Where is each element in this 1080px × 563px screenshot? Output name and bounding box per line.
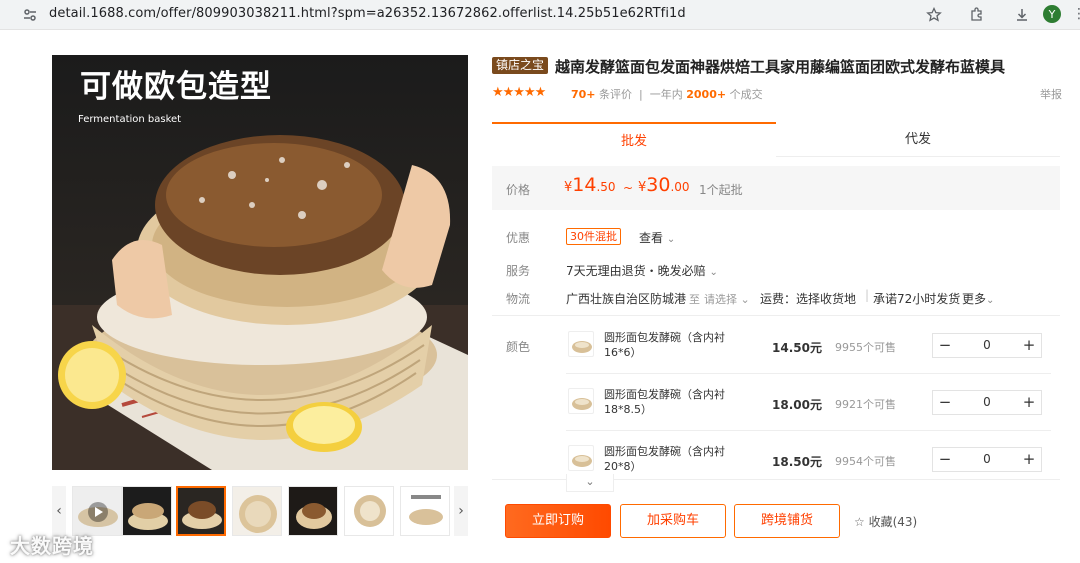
decrease-button[interactable]: − [933, 334, 957, 357]
sku-price: 14.50元 [772, 341, 822, 355]
min-order: 1个起批 [699, 183, 743, 197]
review-count[interactable]: 70+ [571, 88, 596, 101]
thumbnail-strip: ‹ › [52, 486, 468, 536]
service-text[interactable]: 7天无理由退货・晚发必赔 ⌄ [566, 262, 718, 279]
sku-thumbnail[interactable] [568, 388, 594, 414]
address-bar[interactable]: detail.1688.com/offer/809903038211.html?… [49, 6, 686, 21]
add-to-cart-button[interactable]: 加采购车 [620, 504, 726, 538]
divider [566, 430, 1051, 431]
quantity-input[interactable]: 0 [957, 334, 1017, 357]
site-settings-icon[interactable] [22, 7, 38, 23]
cross-border-listing-button[interactable]: 跨境铺货 [734, 504, 840, 538]
price-high: ¥30.00 [638, 174, 690, 196]
profile-avatar[interactable]: Y [1043, 5, 1061, 23]
ship-promise: 承诺72小时发货 [873, 292, 961, 306]
service-label: 服务 [506, 264, 531, 278]
thumbnail-video[interactable] [72, 486, 122, 536]
year-label: 一年内 [649, 88, 683, 101]
decrease-button[interactable]: − [933, 391, 957, 414]
ship-to-select[interactable]: 请选择 ⌄ [704, 291, 750, 307]
rating-summary: 70+ 条评价 | 一年内 2000+ 个成交 [571, 88, 763, 101]
thumbnail[interactable] [288, 486, 338, 536]
sku-stock: 9921个可售 [835, 398, 896, 411]
ship-from: 广西壮族自治区防城港 [566, 292, 687, 306]
store-badge: 镇店之宝 [492, 57, 549, 74]
thumbnail[interactable] [400, 486, 450, 536]
product-title: 越南发酵篮面包发面神器烘焙工具家用藤编篮面团欧式发酵布蓝模具 [555, 58, 1006, 76]
freight-text[interactable]: 运费：选择收货地 [760, 290, 856, 307]
tab-dropship[interactable]: 代发 [776, 122, 1060, 157]
chevron-down-icon: ⌄ [709, 267, 718, 278]
price-low: ¥14.50 [564, 174, 616, 196]
thumb-next-button[interactable]: › [454, 486, 468, 536]
sku-price: 18.50元 [772, 455, 822, 469]
sold-count: 2000+ [686, 88, 727, 101]
download-icon[interactable] [1012, 5, 1032, 25]
discount-view-link[interactable]: 查看 ⌄ [639, 229, 675, 246]
extensions-icon[interactable] [967, 5, 987, 25]
discount-label: 优惠 [506, 231, 531, 245]
increase-button[interactable]: + [1017, 391, 1041, 414]
star-icon: ☆ [854, 515, 865, 529]
sku-thumbnail[interactable] [568, 445, 594, 471]
sku-name: 圆形面包发酵碗（含内衬20*8） [604, 445, 725, 473]
expand-sku-button[interactable]: ⌄ [566, 474, 614, 492]
chevron-down-icon: ⌄ [666, 234, 676, 245]
discount-tag: 30件混批 [566, 228, 621, 245]
decrease-button[interactable]: − [933, 448, 957, 471]
main-product-image[interactable]: 可做欧包造型 Fermentation basket [52, 55, 468, 470]
sku-thumbnail[interactable] [568, 331, 594, 357]
quantity-stepper: − 0 + [932, 390, 1042, 415]
image-subtitle: Fermentation basket [78, 114, 182, 125]
image-title: 可做欧包造型 [80, 69, 272, 105]
watermark-logo: 大数跨境 [10, 534, 94, 558]
divider [566, 373, 1051, 374]
logistics-label: 物流 [506, 292, 531, 306]
logistics-divider: | [865, 288, 870, 302]
quantity-input[interactable]: 0 [957, 391, 1017, 414]
thumbnail[interactable] [344, 486, 394, 536]
rating-stars: ★★★★★ [492, 85, 546, 100]
divider [492, 315, 1060, 316]
logistics-more[interactable]: 更多⌄ [962, 290, 994, 307]
purchase-tabs: 批发 代发 [492, 122, 1060, 157]
browser-toolbar: detail.1688.com/offer/809903038211.html?… [0, 0, 1080, 30]
sku-name: 圆形面包发酵碗（含内衬18*8.5） [604, 388, 725, 416]
quantity-input[interactable]: 0 [957, 448, 1017, 471]
favorite-button[interactable]: ☆ 收藏(43) [854, 513, 917, 530]
favorite-label: 收藏(43) [868, 515, 918, 529]
quantity-stepper: − 0 + [932, 447, 1042, 472]
menu-icon[interactable]: ⋮ [1072, 6, 1080, 22]
sku-price: 18.00元 [772, 398, 822, 412]
increase-button[interactable]: + [1017, 334, 1041, 357]
report-link[interactable]: 举报 [1040, 86, 1062, 102]
tab-wholesale[interactable]: 批发 [492, 122, 776, 157]
sku-stock: 9954个可售 [835, 455, 896, 468]
price-label: 价格 [506, 183, 531, 197]
thumbnail-active[interactable] [176, 486, 226, 536]
sku-stock: 9955个可售 [835, 341, 896, 354]
chevron-down-icon: ⌄ [986, 295, 995, 306]
thumb-prev-button[interactable]: ‹ [52, 486, 66, 536]
chevron-down-icon: ⌄ [585, 475, 595, 488]
thumbnail[interactable] [232, 486, 282, 536]
sold-label: 个成交 [729, 88, 763, 101]
bookmark-star-icon[interactable] [924, 5, 944, 25]
increase-button[interactable]: + [1017, 448, 1041, 471]
thumbnail[interactable] [122, 486, 172, 536]
price-separator: ~ [623, 181, 634, 195]
review-label: 条评价 [599, 88, 633, 101]
ship-to-label: 至 [689, 293, 700, 306]
sku-name: 圆形面包发酵碗（含内衬16*6） [604, 331, 725, 359]
quantity-stepper: − 0 + [932, 333, 1042, 358]
color-label: 颜色 [506, 340, 531, 354]
chevron-down-icon: ⌄ [740, 293, 750, 306]
buy-now-button[interactable]: 立即订购 [505, 504, 611, 538]
